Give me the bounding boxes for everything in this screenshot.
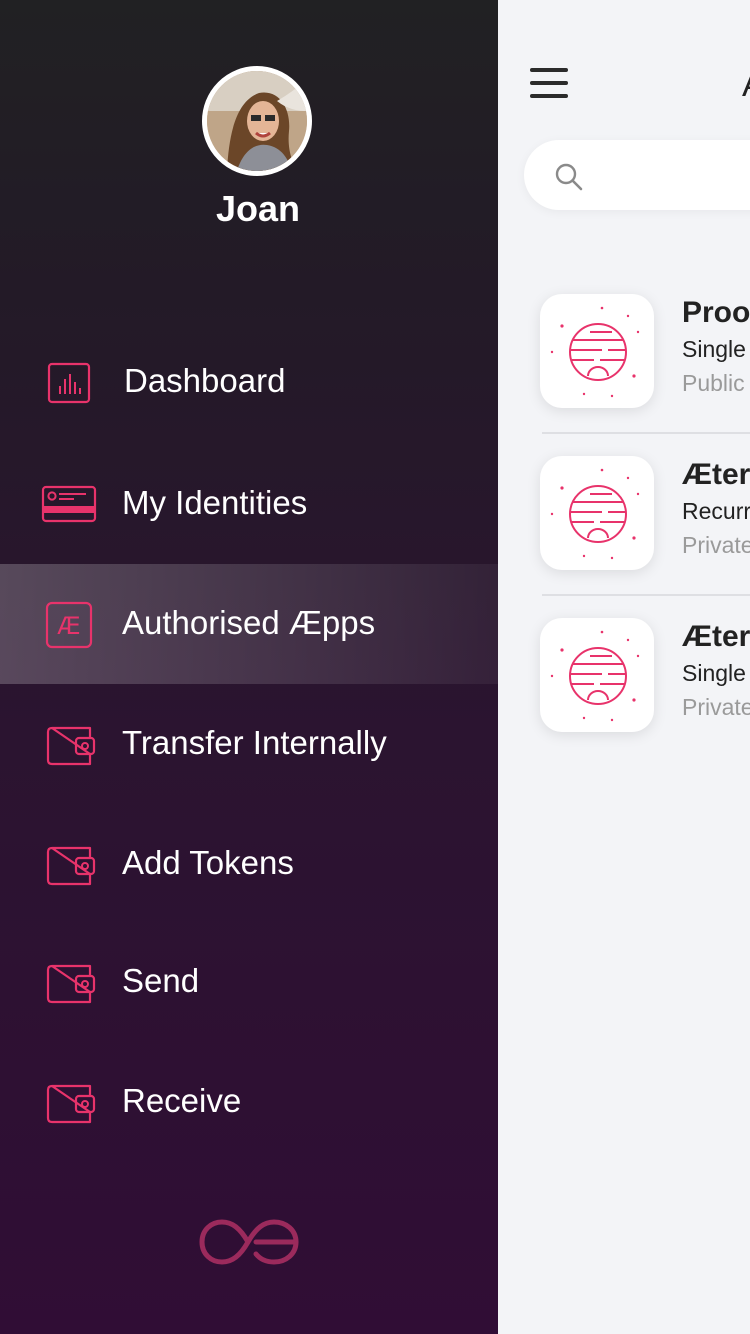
id-card-icon — [40, 484, 98, 526]
menu-item-transfer-internally[interactable]: Transfer Internally — [0, 684, 498, 804]
app-name: Æter — [682, 620, 750, 653]
planet-icon — [550, 630, 640, 722]
page-title: A — [742, 66, 750, 105]
list-divider — [542, 432, 750, 434]
menu-item-add-tokens[interactable]: Add Tokens — [0, 804, 498, 924]
app-icon-tile — [540, 294, 654, 408]
hamburger-menu-icon[interactable] — [528, 66, 570, 100]
menu-item-label: Authorised Æpps — [122, 604, 376, 641]
user-photo-icon — [207, 71, 307, 171]
app-icon-tile — [540, 456, 654, 570]
planet-icon — [550, 306, 640, 398]
app-list-item[interactable]: Proo Single Public — [498, 276, 750, 438]
menu-item-label: Dashboard — [124, 362, 286, 399]
menu-item-my-identities[interactable]: My Identities — [0, 444, 498, 564]
user-name: Joan — [215, 188, 301, 229]
wallet-icon — [40, 844, 98, 886]
app-type: Single — [682, 660, 746, 686]
menu-item-authorised-aepps[interactable]: Æ Authorised Æpps — [0, 564, 498, 684]
wallet-icon — [40, 1082, 98, 1124]
menu-item-label: Send — [122, 962, 200, 999]
app-type: Recurr — [682, 498, 750, 524]
menu-item-send[interactable]: Send — [0, 922, 498, 1042]
app-list-item[interactable]: Æter Recurr Private — [498, 438, 750, 600]
ae-badge-icon: Æ — [40, 601, 98, 649]
search-input[interactable] — [598, 158, 750, 192]
avatar[interactable] — [202, 66, 312, 176]
app-name: Proo — [682, 296, 750, 329]
menu-item-label: Transfer Internally — [122, 724, 387, 761]
search-bar[interactable] — [524, 140, 750, 210]
planet-icon — [550, 468, 640, 560]
app-icon-tile — [540, 618, 654, 732]
main-screen: A — [498, 0, 750, 1334]
search-icon — [555, 163, 583, 191]
list-divider — [542, 594, 750, 596]
app-visibility: Public — [682, 370, 745, 396]
app-list-item[interactable]: Æter Single Private — [498, 600, 750, 762]
navigation-drawer: Joan Dashboard My Identities Æ Authorise… — [0, 0, 498, 1334]
bar-chart-icon — [40, 362, 98, 404]
menu-item-label: Add Tokens — [122, 844, 294, 881]
app-name: Æter — [682, 458, 750, 491]
menu-item-receive[interactable]: Receive — [0, 1042, 498, 1162]
app-visibility: Private — [682, 532, 750, 558]
app-visibility: Private — [682, 694, 750, 720]
menu-item-label: Receive — [122, 1082, 242, 1119]
svg-text:Æ: Æ — [57, 612, 80, 640]
menu-item-label: My Identities — [122, 484, 308, 521]
menu-item-dashboard[interactable]: Dashboard — [0, 322, 498, 442]
wallet-icon — [40, 724, 98, 766]
app-type: Single — [682, 336, 746, 362]
wallet-icon — [40, 962, 98, 1004]
aeternity-logo-icon — [199, 1219, 299, 1265]
